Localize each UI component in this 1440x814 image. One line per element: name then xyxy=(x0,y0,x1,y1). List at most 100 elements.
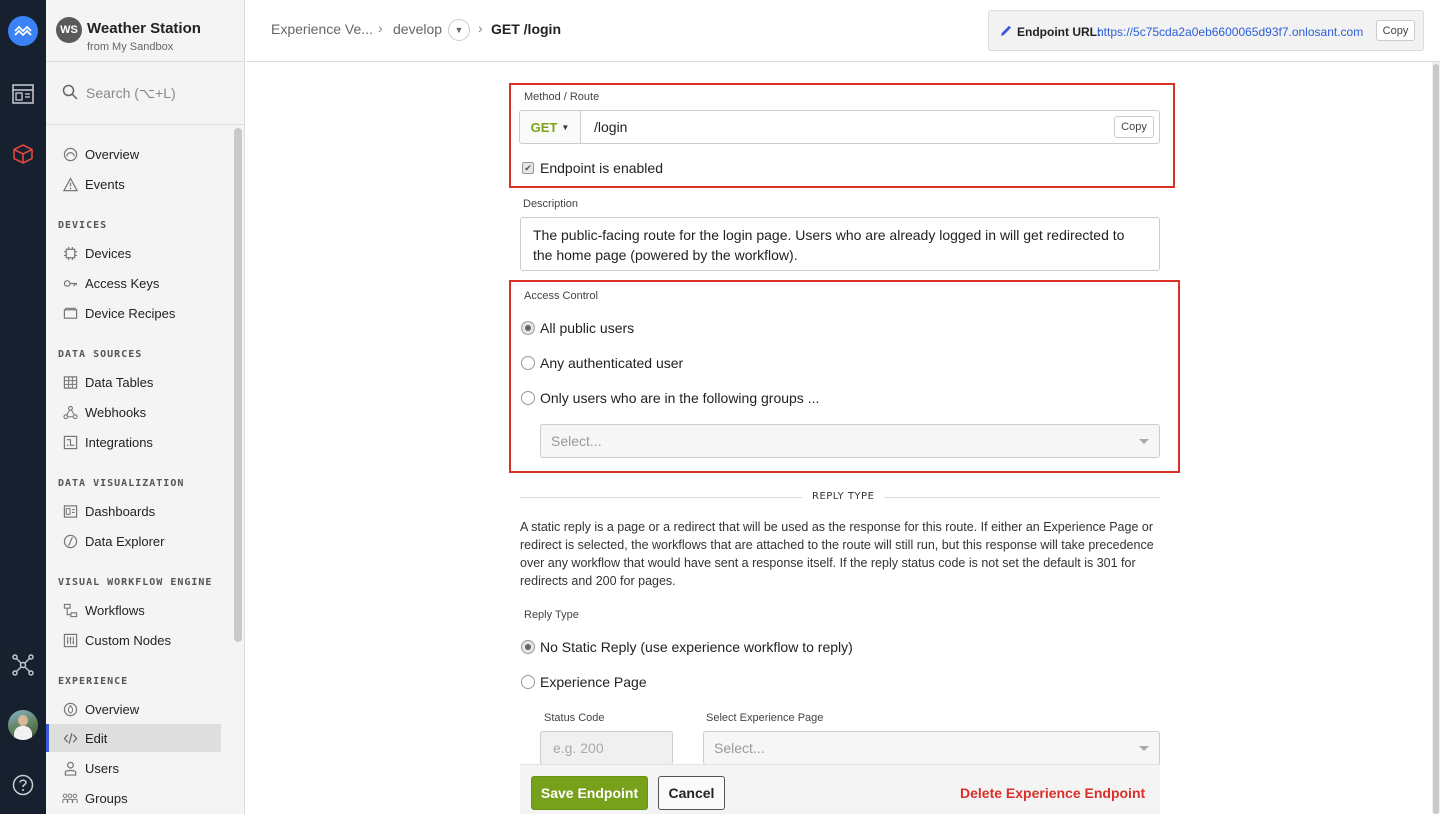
cancel-button[interactable]: Cancel xyxy=(658,776,725,810)
breadcrumb-experience-versions[interactable]: Experience Ve... xyxy=(271,21,373,37)
sidebar-item-label: Dashboards xyxy=(85,503,156,519)
radio-only-group-users[interactable] xyxy=(521,391,535,405)
description-textarea[interactable]: The public-facing route for the login pa… xyxy=(520,217,1160,271)
sidebar-scrollbar[interactable] xyxy=(234,128,242,642)
endpoint-enabled-checkbox[interactable]: ✔ xyxy=(522,162,534,174)
save-endpoint-button[interactable]: Save Endpoint xyxy=(531,776,648,810)
recipe-icon xyxy=(62,305,78,321)
endpoint-url-label: Endpoint URL: xyxy=(1017,25,1101,39)
version-dropdown-button[interactable]: ▼ xyxy=(448,19,470,41)
code-icon xyxy=(62,730,78,746)
sidebar-item-label: Edit xyxy=(85,730,108,746)
custom-nodes-icon xyxy=(62,632,78,648)
sidebar-nav: Overview Events DEVICES Devices Access K… xyxy=(46,126,232,814)
description-label: Description xyxy=(523,198,579,210)
sidebar-item-label: Devices xyxy=(85,245,132,261)
caret-down-icon: ▼ xyxy=(561,122,570,132)
sidebar-item-label: Workflows xyxy=(85,602,145,618)
caret-down-icon xyxy=(1139,439,1149,444)
overview-icon xyxy=(62,146,78,162)
sidebar-item-data-explorer[interactable]: Data Explorer xyxy=(46,527,221,555)
pencil-icon xyxy=(1000,24,1012,40)
dashboard-icon xyxy=(62,503,78,519)
endpoint-url-link[interactable]: https://5c75cda2a0eb6600065d93f7.onlosan… xyxy=(1097,25,1363,39)
endpoint-enabled-label: Endpoint is enabled xyxy=(540,160,663,176)
sidebar-item-label: Events xyxy=(85,176,125,192)
sidebar-item-label: Device Recipes xyxy=(85,305,176,321)
application-subtitle: from My Sandbox xyxy=(87,41,174,53)
section-data-visualization: DATA VISUALIZATION xyxy=(58,478,185,489)
breadcrumb-version[interactable]: develop xyxy=(393,21,442,37)
table-icon xyxy=(62,374,78,390)
user-avatar[interactable] xyxy=(0,705,46,745)
sidebar-item-label: Overview xyxy=(85,701,140,717)
sidebar-item-groups[interactable]: Groups xyxy=(46,784,221,812)
groups-select[interactable]: Select... xyxy=(540,424,1160,458)
dashboards-rail-icon[interactable] xyxy=(0,74,46,114)
warning-icon xyxy=(62,176,78,192)
experience-page-select[interactable]: Select... xyxy=(703,731,1160,765)
status-code-label: Status Code xyxy=(544,712,605,724)
sidebar-item-label: Groups xyxy=(85,790,128,806)
help-icon[interactable] xyxy=(0,765,46,805)
network-icon[interactable] xyxy=(0,645,46,685)
sidebar-item-label: Data Tables xyxy=(85,374,154,390)
sidebar-item-experience-overview[interactable]: Overview xyxy=(46,695,221,723)
radio-any-authenticated-user[interactable] xyxy=(521,356,535,370)
delete-endpoint-button[interactable]: Delete Experience Endpoint xyxy=(960,785,1145,801)
sidebar-item-integrations[interactable]: Integrations xyxy=(46,428,221,456)
sidebar-item-overview[interactable]: Overview xyxy=(46,140,221,168)
sidebar-item-edit[interactable]: Edit xyxy=(46,724,221,752)
sidebar-item-device-recipes[interactable]: Device Recipes xyxy=(46,299,221,327)
section-visual-workflow-engine: VISUAL WORKFLOW ENGINE xyxy=(58,577,213,588)
workflow-icon xyxy=(62,602,78,618)
sidebar-item-label: Custom Nodes xyxy=(85,632,171,648)
sidebar-item-label: Integrations xyxy=(85,434,153,450)
groups-icon xyxy=(62,790,78,806)
section-experience: EXPERIENCE xyxy=(58,676,129,687)
breadcrumb-separator: › xyxy=(378,20,383,36)
key-icon xyxy=(62,275,78,291)
sidebar-item-devices[interactable]: Devices xyxy=(46,239,221,267)
access-control-label: Access Control xyxy=(524,290,598,302)
sidebar-item-events[interactable]: Events xyxy=(46,170,221,198)
sidebar-item-access-keys[interactable]: Access Keys xyxy=(46,269,221,297)
radio-label: No Static Reply (use experience workflow… xyxy=(540,639,853,655)
method-value: GET xyxy=(530,119,558,135)
sidebar-item-webhooks[interactable]: Webhooks xyxy=(46,398,221,426)
method-dropdown[interactable]: GET ▼ xyxy=(519,110,581,144)
radio-experience-page[interactable] xyxy=(521,675,535,689)
sidebar-item-custom-nodes[interactable]: Custom Nodes xyxy=(46,626,221,654)
section-devices: DEVICES xyxy=(58,220,108,231)
radio-no-static-reply[interactable] xyxy=(521,640,535,654)
copy-url-button[interactable]: Copy xyxy=(1376,20,1415,41)
sidebar-item-data-tables[interactable]: Data Tables xyxy=(46,368,221,396)
chevron-down-icon: ▼ xyxy=(454,25,464,35)
section-data-sources: DATA SOURCES xyxy=(58,349,143,360)
copy-route-button[interactable]: Copy xyxy=(1114,116,1154,138)
search-input[interactable]: Search (⌥+L) xyxy=(46,62,245,125)
experience-page-label: Select Experience Page xyxy=(706,712,824,724)
losant-logo-icon[interactable] xyxy=(0,11,46,51)
applications-cube-icon[interactable] xyxy=(0,134,46,174)
form-actions: Save Endpoint Cancel Delete Experience E… xyxy=(520,764,1160,814)
reply-type-label: Reply Type xyxy=(524,609,579,621)
endpoint-url-box: Endpoint URL: https://5c75cda2a0eb660006… xyxy=(988,10,1424,51)
integration-icon xyxy=(62,434,78,450)
groups-select-placeholder: Select... xyxy=(551,433,602,449)
sidebar-item-dashboards[interactable]: Dashboards xyxy=(46,497,221,525)
status-code-input[interactable]: e.g. 200 xyxy=(540,731,673,765)
method-route-label: Method / Route xyxy=(524,91,600,103)
sidebar-item-workflows[interactable]: Workflows xyxy=(46,596,221,624)
radio-label: Experience Page xyxy=(540,674,647,690)
application-badge: WS xyxy=(56,17,82,43)
route-input[interactable]: /login xyxy=(580,110,1160,144)
radio-label: All public users xyxy=(540,320,635,336)
sidebar-item-users[interactable]: Users xyxy=(46,754,221,782)
main-scrollbar[interactable] xyxy=(1432,62,1440,814)
application-header[interactable]: WS Weather Station from My Sandbox xyxy=(46,0,245,62)
user-icon xyxy=(62,760,78,776)
breadcrumb-separator: › xyxy=(478,20,483,36)
radio-all-public-users[interactable] xyxy=(521,321,535,335)
chip-icon xyxy=(62,245,78,261)
